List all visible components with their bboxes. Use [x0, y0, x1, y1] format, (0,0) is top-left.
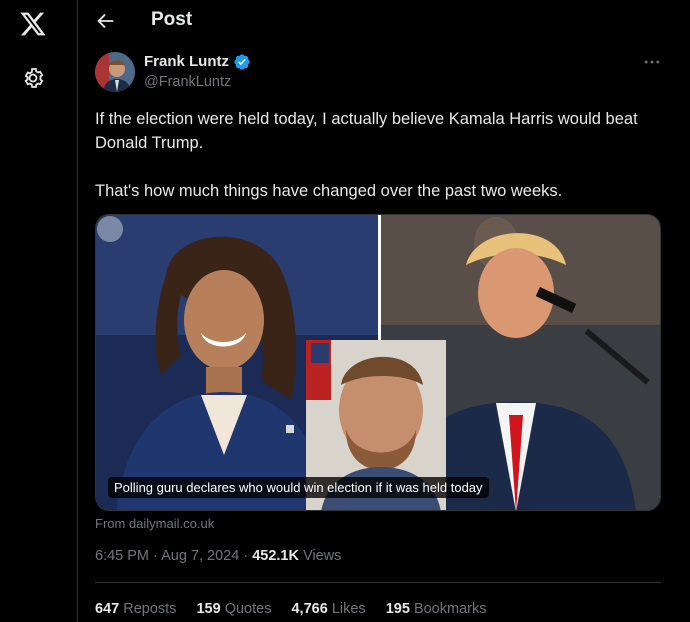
engagement-stats: 647 Reposts 159 Quotes 4,766 Likes 195 B…	[95, 601, 502, 617]
separator: ·	[153, 548, 162, 564]
back-arrow-icon[interactable]	[94, 10, 116, 32]
post-meta: 6:45 PM · Aug 7, 2024 · 452.1K Views	[95, 548, 341, 564]
avatar[interactable]	[95, 52, 135, 92]
reposts-stat[interactable]: 647 Reposts	[95, 601, 176, 617]
post-text: If the election were held today, I actua…	[95, 110, 638, 200]
author-handle[interactable]: @FrankLuntz	[144, 74, 231, 90]
more-options-icon[interactable]	[642, 52, 662, 72]
card-caption: Polling guru declares who would win elec…	[108, 477, 489, 498]
separator: ·	[243, 548, 253, 564]
likes-stat[interactable]: 4,766 Likes	[291, 601, 365, 617]
views-label: Views	[303, 548, 342, 564]
post-detail: Post Frank Luntz @FrankLuntz If the elec…	[79, 0, 690, 622]
left-nav	[0, 0, 78, 622]
bookmarks-stat[interactable]: 195 Bookmarks	[386, 601, 487, 617]
verified-badge-icon	[234, 54, 250, 70]
page-header: Post	[79, 0, 690, 42]
card-source[interactable]: From dailymail.co.uk	[95, 516, 214, 531]
x-logo-icon[interactable]	[19, 10, 47, 38]
views-count: 452.1K	[252, 548, 299, 564]
link-card[interactable]: Polling guru declares who would win elec…	[95, 214, 661, 511]
quotes-stat[interactable]: 159 Quotes	[196, 601, 271, 617]
card-image	[96, 215, 660, 510]
post-date[interactable]: Aug 7, 2024	[161, 548, 239, 564]
settings-gear-icon[interactable]	[21, 66, 45, 90]
page-title: Post	[151, 9, 193, 30]
divider	[95, 582, 661, 583]
post-time[interactable]: 6:45 PM	[95, 548, 149, 564]
author-name[interactable]: Frank Luntz	[144, 53, 229, 70]
